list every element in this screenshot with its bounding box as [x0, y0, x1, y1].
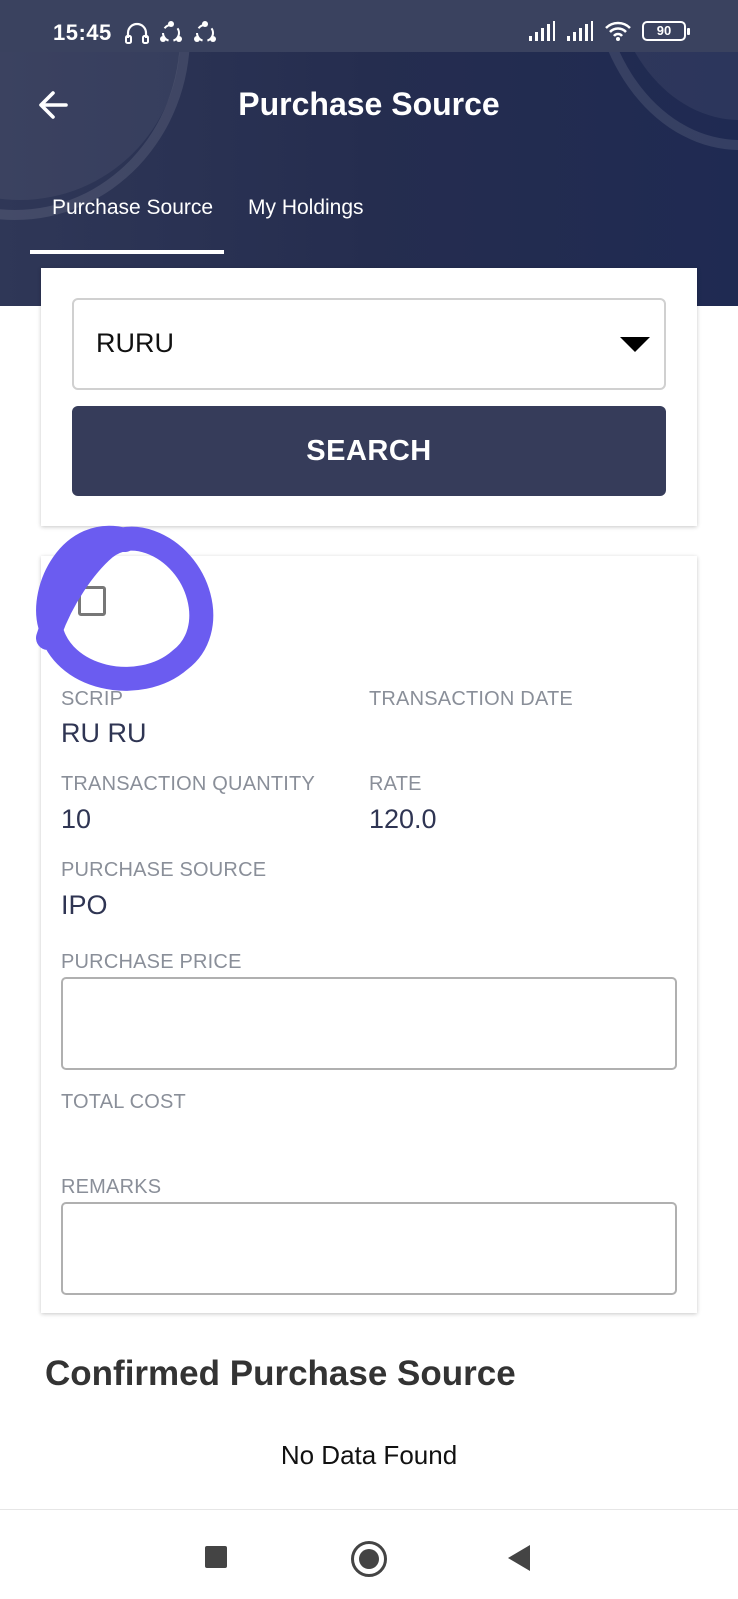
search-button[interactable]: SEARCH	[72, 406, 666, 496]
battery-indicator: 90	[642, 21, 690, 41]
tab-purchase-source[interactable]: Purchase Source	[52, 196, 213, 220]
purchase-price-input[interactable]	[61, 977, 677, 1070]
confirmed-section-title: Confirmed Purchase Source	[45, 1354, 516, 1393]
total-cost-label: TOTAL COST	[61, 1091, 186, 1113]
transaction-quantity-value: 10	[61, 804, 92, 834]
remarks-input[interactable]	[61, 1202, 677, 1295]
purchase-price-label: PURCHASE PRICE	[61, 951, 242, 973]
transaction-quantity-label: TRANSACTION QUANTITY	[61, 773, 316, 795]
tab-my-holdings[interactable]: My Holdings	[248, 196, 364, 220]
empty-state-text: No Data Found	[280, 1440, 458, 1470]
tab-active-indicator	[30, 250, 224, 254]
scrip-dropdown[interactable]: RURU	[72, 298, 666, 390]
page-title: Purchase Source	[238, 86, 500, 122]
remarks-label: REMARKS	[61, 1176, 162, 1198]
rate-label: RATE	[369, 773, 422, 795]
scrip-label: SCRIP	[61, 688, 124, 710]
system-nav-bar	[0, 1509, 738, 1599]
status-icons-left	[124, 20, 218, 46]
status-icons-right: 90	[528, 20, 690, 42]
wifi-icon	[605, 21, 631, 41]
status-time: 15:45	[53, 20, 112, 45]
system-back-button[interactable]	[508, 1545, 530, 1571]
headphones-icon	[125, 22, 149, 44]
home-button[interactable]	[351, 1541, 387, 1577]
signal-icon	[529, 21, 555, 41]
select-checkbox[interactable]	[78, 586, 106, 616]
chevron-down-icon	[620, 337, 650, 352]
scrip-dropdown-value: RURU	[96, 328, 174, 358]
status-bar: 15:45 90	[0, 0, 738, 52]
transaction-card	[41, 556, 697, 1313]
recent-apps-button[interactable]	[205, 1546, 227, 1568]
rate-value: 120.0	[369, 804, 437, 834]
signal-icon	[567, 21, 593, 41]
purchase-source-value: IPO	[61, 890, 108, 920]
share-icon	[160, 21, 182, 42]
transaction-date-label: TRANSACTION DATE	[369, 688, 573, 710]
share-icon	[194, 21, 216, 42]
purchase-source-label: PURCHASE SOURCE	[61, 859, 267, 881]
scrip-value: RU RU	[61, 718, 147, 748]
